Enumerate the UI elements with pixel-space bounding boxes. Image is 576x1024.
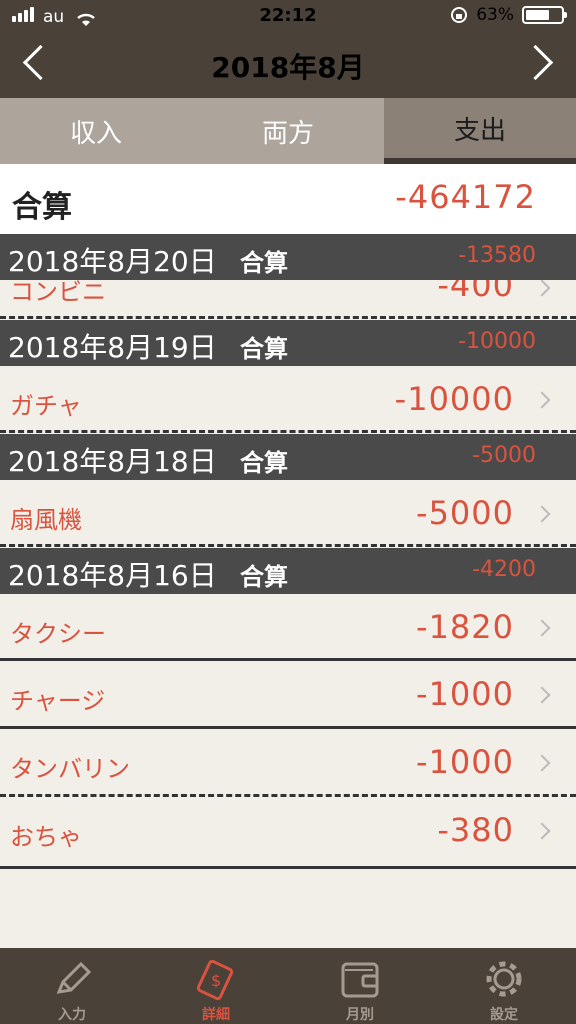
- segment-label: 両方: [261, 118, 314, 149]
- day-sum-value: -13580: [458, 243, 536, 268]
- list-item[interactable]: チャージ -1000: [0, 661, 576, 729]
- wallet-icon: [341, 962, 379, 998]
- battery-area: 63%: [450, 5, 567, 25]
- segment-income[interactable]: 収入: [0, 98, 192, 164]
- item-amount: -1000: [416, 675, 514, 713]
- tab-label: 詳細: [202, 1007, 230, 1023]
- gear-icon: [486, 961, 522, 997]
- tab-label: 月別: [346, 1007, 374, 1023]
- segment-expense[interactable]: 支出: [384, 98, 576, 164]
- item-name: タンバリン: [10, 755, 130, 783]
- item-amount: -1820: [416, 608, 514, 646]
- day-date: 2018年8月16日: [8, 559, 217, 592]
- tab-detail[interactable]: $ 詳細: [144, 948, 288, 1024]
- item-name: ガチャ: [10, 392, 82, 420]
- pencil-icon: [56, 961, 92, 994]
- item-amount: -380: [437, 811, 514, 849]
- day-sum-label: 合算: [240, 249, 288, 277]
- divider: [0, 866, 576, 869]
- item-amount: -5000: [416, 494, 514, 532]
- page-title: 2018年8月: [211, 51, 365, 84]
- item-amount: -1000: [416, 743, 514, 781]
- tab-label: 設定: [490, 1007, 518, 1023]
- rotation-lock-icon: [451, 7, 468, 23]
- status-bar: au 22:12 63%: [0, 0, 576, 32]
- list-item[interactable]: ガチャ -10000: [0, 366, 576, 434]
- tab-label: 入力: [58, 1007, 86, 1023]
- tab-input[interactable]: 入力: [0, 948, 144, 1024]
- item-name: チャージ: [10, 687, 106, 715]
- list-item[interactable]: おちゃ -380: [0, 797, 576, 865]
- day-sum-value: -10000: [458, 329, 536, 354]
- total-label: 合算: [12, 190, 72, 225]
- chevron-right-icon: [533, 505, 551, 523]
- tab-monthly[interactable]: 月別: [288, 948, 432, 1024]
- item-name: タクシー: [10, 620, 106, 648]
- day-header: 2018年8月18日 合算 -5000: [0, 434, 576, 480]
- item-amount: -10000: [394, 380, 514, 418]
- list-item[interactable]: タクシー -1820: [0, 594, 576, 662]
- chevron-right-icon: [533, 279, 551, 297]
- svg-text:$: $: [211, 971, 221, 990]
- money-icon: $: [196, 959, 234, 1001]
- day-header: 2018年8月20日 合算 -13580: [0, 234, 576, 280]
- chevron-right-icon: [533, 822, 551, 840]
- day-date: 2018年8月19日: [8, 331, 217, 364]
- day-date: 2018年8月20日: [8, 245, 217, 278]
- chevron-right-icon: [533, 686, 551, 704]
- day-sum-label: 合算: [240, 335, 288, 363]
- battery-icon: [522, 6, 567, 24]
- divider: [0, 544, 576, 547]
- segment-both[interactable]: 両方: [192, 98, 384, 164]
- divider: [0, 430, 576, 433]
- day-header: 2018年8月19日 合算 -10000: [0, 320, 576, 366]
- chevron-right-icon: [533, 619, 551, 637]
- segment-label: 収入: [69, 118, 122, 149]
- day-sum-label: 合算: [240, 563, 288, 591]
- day-date: 2018年8月18日: [8, 445, 217, 478]
- day-header: 2018年8月16日 合算 -4200: [0, 548, 576, 594]
- segment-label: 支出: [453, 115, 506, 146]
- day-sum-value: -5000: [472, 443, 536, 468]
- list-item[interactable]: タンバリン -1000: [0, 729, 576, 797]
- divider: [0, 316, 576, 319]
- total-value: -464172: [395, 178, 536, 216]
- item-name: 扇風機: [10, 506, 82, 534]
- battery-percent: 63%: [476, 5, 514, 25]
- chevron-right-icon: [533, 754, 551, 772]
- total-row: 合算 -464172: [0, 164, 576, 234]
- tab-settings[interactable]: 設定: [432, 948, 576, 1024]
- list-item[interactable]: 扇風機 -5000: [0, 480, 576, 548]
- day-sum-value: -4200: [472, 557, 536, 582]
- chevron-right-icon: [533, 391, 551, 409]
- day-sum-label: 合算: [240, 449, 288, 477]
- item-name: おちゃ: [10, 823, 82, 851]
